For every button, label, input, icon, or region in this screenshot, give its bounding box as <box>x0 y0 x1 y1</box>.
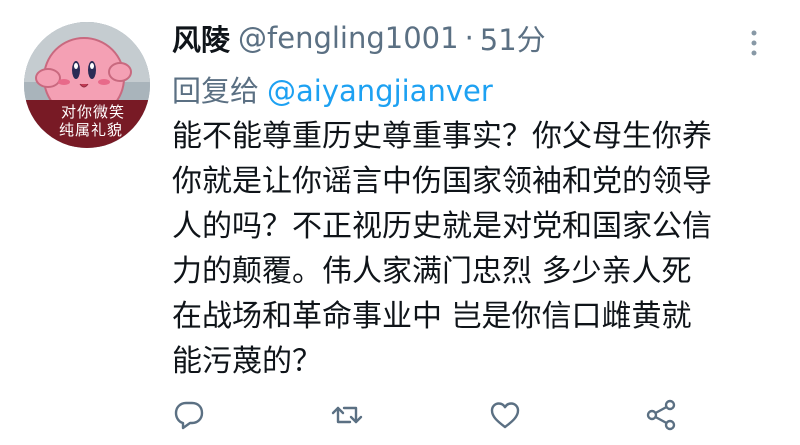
like-icon[interactable] <box>488 398 522 432</box>
retweet-icon[interactable] <box>330 398 364 432</box>
reply-context: 回复给 @aiyangjianver <box>172 68 493 110</box>
display-name[interactable]: 风陵 <box>172 17 230 59</box>
tweet-text-line: 能不能尊重历史尊重事实？你父母生你养 <box>172 119 712 154</box>
share-icon[interactable] <box>644 398 678 432</box>
tweet-text-line: 能污蔑的？ <box>172 344 322 379</box>
tweet-header: 风陵 @fengling1001 · 51分 <box>172 18 546 58</box>
reply-prefix: 回复给 <box>172 74 260 108</box>
timestamp[interactable]: 51分 <box>480 17 546 59</box>
avatar-caption-line-1: 对你微笑 <box>60 103 125 121</box>
tweet-text-line: 人的吗？不正视历史就是对党和国家公信 <box>172 209 712 244</box>
tweet-actions <box>0 396 800 436</box>
tweet-text-line: 力的颠覆。伟人家满门忠烈 多少亲人死 <box>172 254 692 289</box>
avatar-caption-line-2: 纯属礼貌 <box>58 121 123 139</box>
separator-dot: · <box>464 21 474 55</box>
more-options-icon[interactable] <box>748 28 760 58</box>
tweet-text-line: 在战场和革命事业中 岂是你信口雌黄就 <box>172 299 692 334</box>
avatar[interactable]: 对你微笑 纯属礼貌 <box>24 22 150 148</box>
tweet-text-line: 你就是让你谣言中伤国家领袖和党的领导 <box>172 164 712 199</box>
tweet[interactable]: 对你微笑 纯属礼貌 风陵 @fengling1001 · 51分 回复给 @aiy… <box>0 0 800 445</box>
user-handle[interactable]: @fengling1001 <box>238 21 459 55</box>
reply-to-handle-link[interactable]: @aiyangjianver <box>267 74 493 108</box>
tweet-text: 能不能尊重历史尊重事实？你父母生你养 你就是让你谣言中伤国家领袖和党的领导 人的… <box>172 114 772 384</box>
reply-icon[interactable] <box>172 398 206 432</box>
